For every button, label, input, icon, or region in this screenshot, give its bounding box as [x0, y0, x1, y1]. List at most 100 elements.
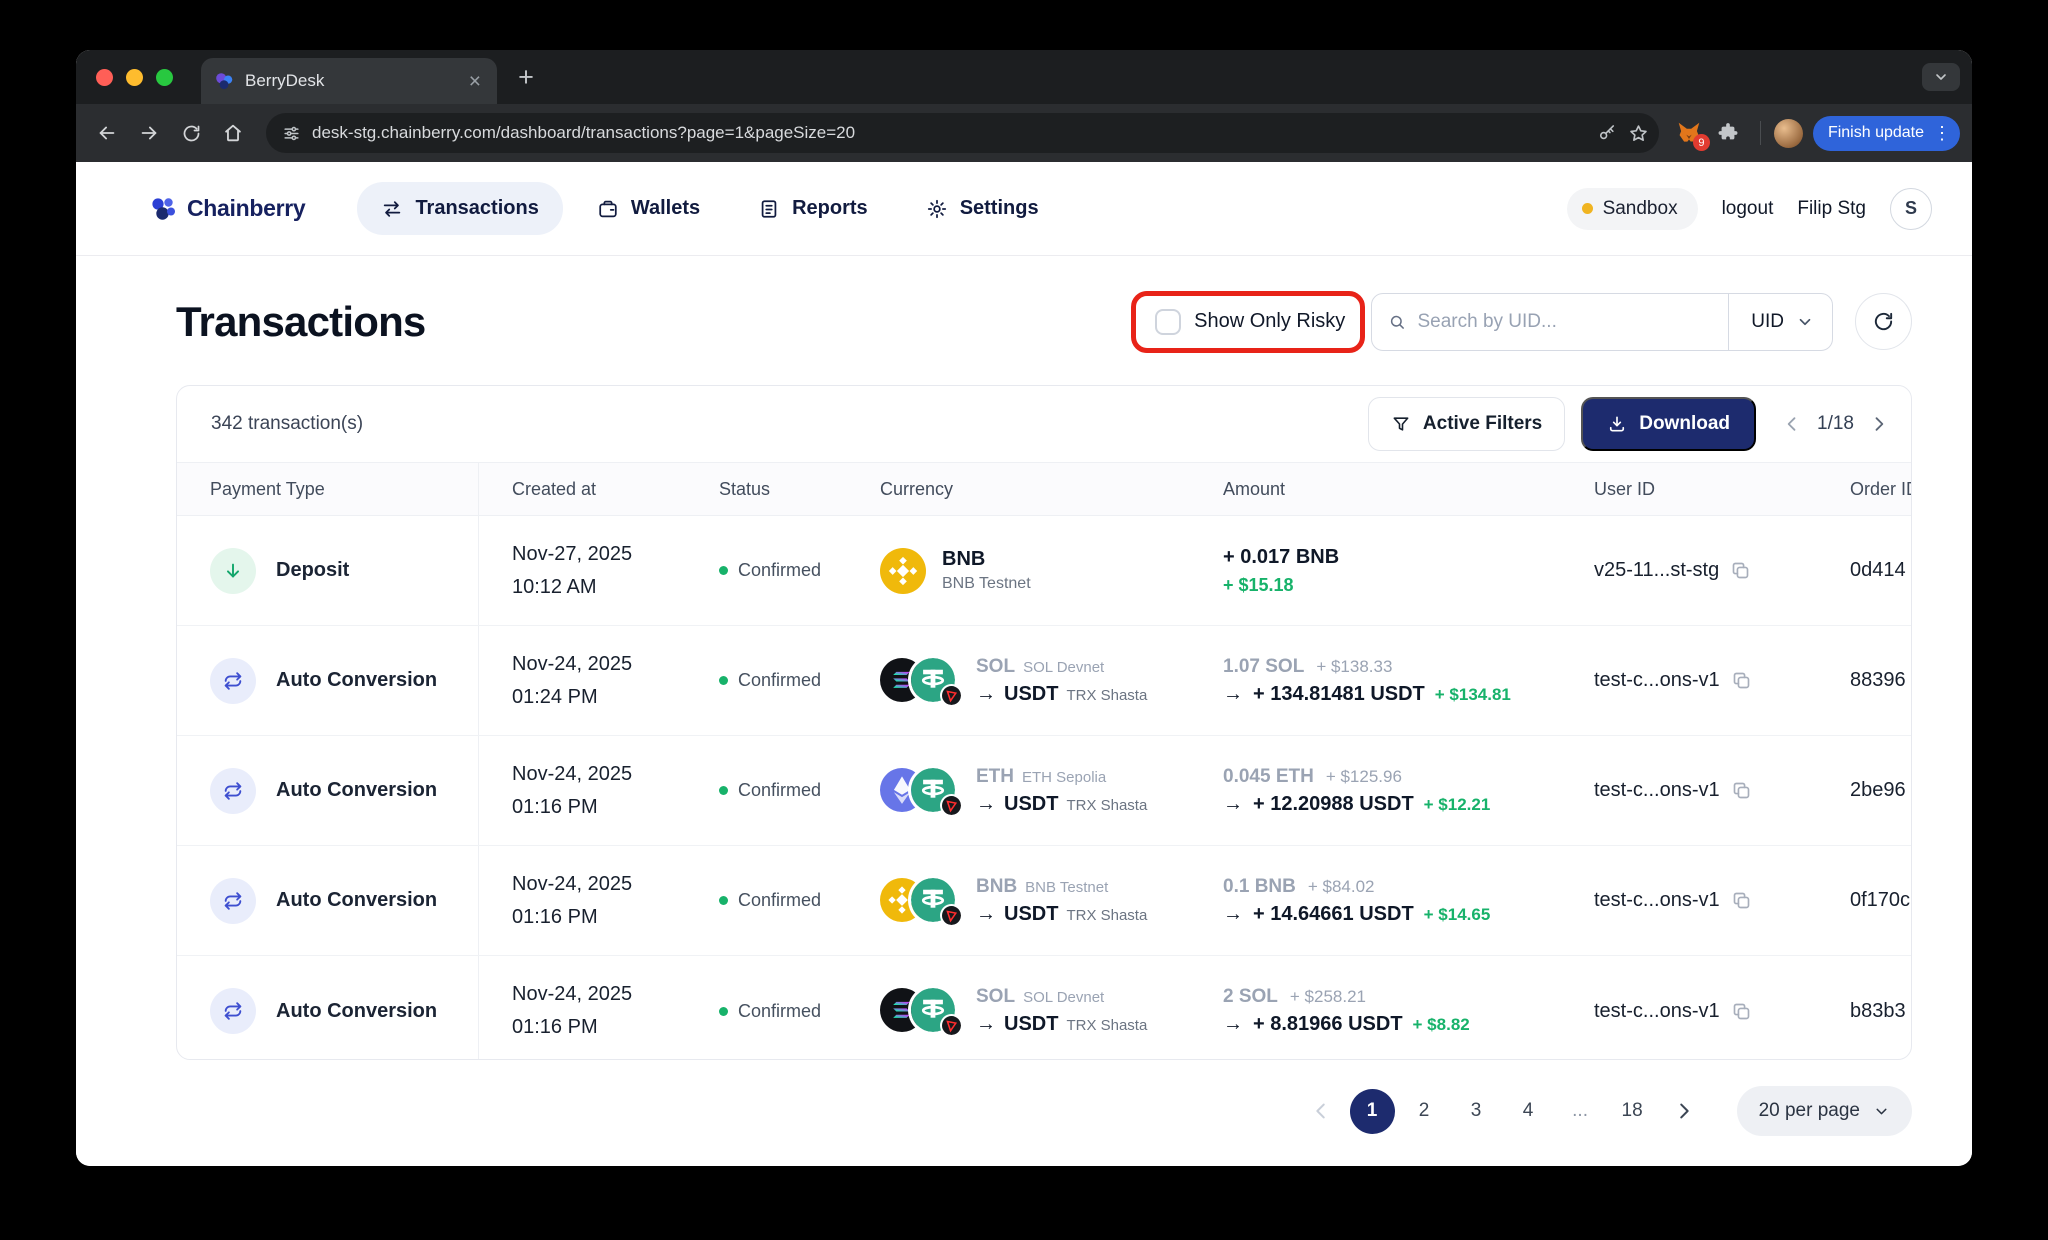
- active-filters-button[interactable]: Active Filters: [1368, 397, 1565, 451]
- forward-button[interactable]: [130, 114, 168, 152]
- active-filters-label: Active Filters: [1423, 413, 1542, 435]
- web-page: Chainberry Transactions Wallets Reports: [76, 162, 1972, 1166]
- tab-close-icon[interactable]: ×: [465, 69, 485, 94]
- browser-tab[interactable]: BerryDesk ×: [201, 58, 497, 104]
- pagination-page-18[interactable]: 18: [1610, 1089, 1655, 1134]
- table-row[interactable]: Auto Conversion Nov-24, 2025 01:24 PM Co…: [177, 626, 1912, 736]
- new-tab-button[interactable]: +: [509, 60, 543, 94]
- copy-icon[interactable]: [1731, 780, 1752, 801]
- transactions-icon: [381, 198, 403, 220]
- chevron-down-icon: [1933, 69, 1949, 85]
- from-amount-usd: + $258.21: [1290, 987, 1366, 1007]
- reload-button[interactable]: [172, 114, 210, 152]
- pagination-page-2[interactable]: 2: [1402, 1089, 1447, 1134]
- bnb-coin-icon: [880, 548, 926, 594]
- pagination-page-4[interactable]: 4: [1506, 1089, 1551, 1134]
- currency-pair-icons: [880, 876, 960, 926]
- created-date: Nov-24, 2025: [512, 648, 686, 681]
- table-row[interactable]: Auto Conversion Nov-24, 2025 01:16 PM Co…: [177, 846, 1912, 956]
- traffic-lights: [96, 69, 173, 86]
- status-label: Confirmed: [738, 890, 821, 911]
- address-bar[interactable]: desk-stg.chainberry.com/dashboard/transa…: [266, 113, 1659, 153]
- passwords-key-icon[interactable]: [1597, 123, 1617, 143]
- search-box[interactable]: [1372, 294, 1728, 350]
- order-id: 0f170c: [1850, 889, 1910, 911]
- pager-prev-icon[interactable]: [1782, 414, 1802, 434]
- to-amount: + 134.81481 USDT: [1253, 683, 1425, 706]
- download-button[interactable]: Download: [1581, 397, 1756, 451]
- to-amount-usd: + $14.65: [1424, 905, 1491, 925]
- copy-icon[interactable]: [1730, 560, 1751, 581]
- conversion-arrow: →: [976, 903, 996, 926]
- logout-link[interactable]: logout: [1722, 198, 1774, 220]
- pagination: 1 2 3 4 ... 18 20 per page: [176, 1060, 1912, 1166]
- brand-logo[interactable]: Chainberry: [148, 194, 305, 224]
- nav-transactions-label: Transactions: [415, 197, 538, 220]
- tab-search-button[interactable]: [1922, 63, 1960, 91]
- tron-badge-icon: [942, 1016, 961, 1035]
- environment-dot: [1582, 203, 1593, 214]
- refresh-button[interactable]: [1855, 293, 1912, 350]
- metamask-extension-icon[interactable]: 9: [1673, 117, 1705, 149]
- table-row[interactable]: Deposit Nov-27, 2025 10:12 AM Confirmed: [177, 516, 1912, 626]
- pager-next-icon[interactable]: [1869, 414, 1889, 434]
- site-settings-icon[interactable]: [282, 124, 301, 143]
- table-row[interactable]: Auto Conversion Nov-24, 2025 01:16 PM Co…: [177, 956, 1912, 1060]
- close-window-button[interactable]: [96, 69, 113, 86]
- nav-wallets[interactable]: Wallets: [573, 182, 724, 235]
- nav-reports[interactable]: Reports: [734, 182, 892, 235]
- show-only-risky-control[interactable]: Show Only Risky: [1151, 309, 1349, 335]
- home-button[interactable]: [214, 114, 252, 152]
- to-amount-usd: + $8.82: [1413, 1015, 1470, 1035]
- environment-badge[interactable]: Sandbox: [1567, 188, 1698, 230]
- pagination-page-1[interactable]: 1: [1350, 1089, 1395, 1134]
- copy-icon[interactable]: [1731, 670, 1752, 691]
- col-user-id: User ID: [1561, 479, 1817, 500]
- copy-icon[interactable]: [1731, 1001, 1752, 1022]
- gear-icon: [926, 198, 948, 220]
- bookmark-star-icon[interactable]: [1628, 123, 1649, 144]
- show-only-risky-checkbox[interactable]: [1155, 309, 1181, 335]
- url-text[interactable]: desk-stg.chainberry.com/dashboard/transa…: [312, 123, 1586, 143]
- col-amount: Amount: [1190, 479, 1561, 500]
- browser-window: BerryDesk × + desk-stg.chainberry.com/da…: [76, 50, 1972, 1166]
- col-order-id: Order ID: [1817, 479, 1912, 500]
- user-avatar[interactable]: S: [1890, 188, 1932, 230]
- chevron-down-icon: [1796, 313, 1814, 331]
- minimize-window-button[interactable]: [126, 69, 143, 86]
- finish-update-button[interactable]: Finish update ⋮: [1813, 116, 1960, 151]
- extensions-button[interactable]: [1709, 114, 1747, 152]
- conversion-arrow: →: [1223, 1013, 1243, 1036]
- nav-wallets-label: Wallets: [631, 197, 700, 220]
- table-row[interactable]: Auto Conversion Nov-24, 2025 01:16 PM Co…: [177, 736, 1912, 846]
- forward-arrow-icon: [138, 122, 160, 144]
- copy-icon[interactable]: [1731, 890, 1752, 911]
- page-size-select[interactable]: 20 per page: [1737, 1086, 1912, 1136]
- user-name: Filip Stg: [1797, 198, 1866, 220]
- search-input[interactable]: [1417, 311, 1712, 333]
- tron-badge-icon: [942, 686, 961, 705]
- from-amount-usd: + $84.02: [1308, 877, 1375, 897]
- currency-pair-icons: [880, 766, 960, 816]
- col-payment-type: Payment Type: [177, 463, 479, 515]
- back-button[interactable]: [88, 114, 126, 152]
- pagination-page-3[interactable]: 3: [1454, 1089, 1499, 1134]
- browser-profile-avatar[interactable]: [1774, 119, 1803, 148]
- browser-menu-icon[interactable]: ⋮: [1933, 123, 1952, 144]
- tron-badge-icon: [942, 796, 961, 815]
- pagination-next-icon[interactable]: [1662, 1089, 1706, 1133]
- currency-symbol: BNB: [942, 548, 1031, 571]
- home-icon: [222, 122, 244, 144]
- pagination-prev-icon[interactable]: [1299, 1089, 1343, 1133]
- search-type-select[interactable]: UID: [1728, 294, 1832, 350]
- transactions-card: 342 transaction(s) Active Filters Downlo…: [176, 385, 1912, 1060]
- chainberry-logo-icon: [148, 194, 178, 224]
- show-only-risky-label: Show Only Risky: [1194, 310, 1345, 333]
- maximize-window-button[interactable]: [156, 69, 173, 86]
- status-dot: [719, 896, 728, 905]
- nav-transactions[interactable]: Transactions: [357, 182, 562, 235]
- from-currency-symbol: SOL: [976, 986, 1015, 1008]
- from-amount: 0.045 ETH: [1223, 766, 1314, 788]
- from-amount: 0.1 BNB: [1223, 876, 1296, 898]
- nav-settings[interactable]: Settings: [902, 182, 1063, 235]
